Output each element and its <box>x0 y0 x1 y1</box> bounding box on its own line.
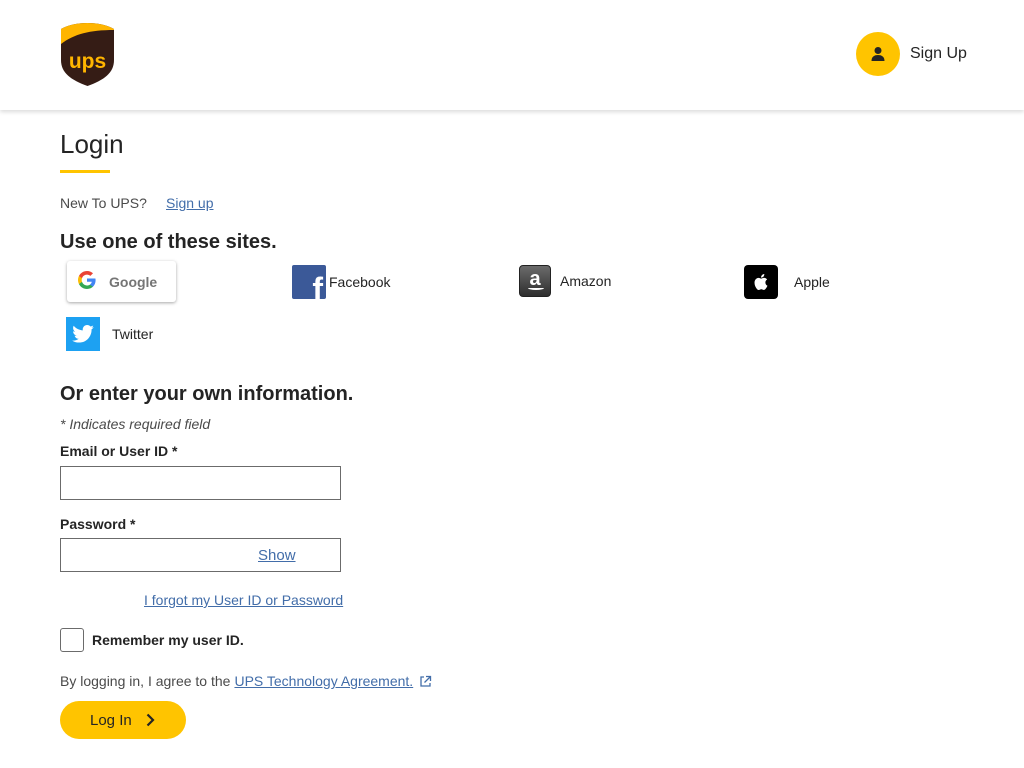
apple-login-button[interactable]: Apple <box>744 265 830 299</box>
show-password-link[interactable]: Show <box>258 547 296 564</box>
google-login-button[interactable]: Google <box>67 261 176 302</box>
google-label: Google <box>109 273 158 290</box>
site-header: ups Sign Up <box>0 0 1024 110</box>
amazon-login-button[interactable]: a Amazon <box>519 265 611 297</box>
required-field-note: * Indicates required field <box>60 416 211 432</box>
facebook-icon: f <box>292 265 326 299</box>
agreement-text: By logging in, I agree to the UPS Techno… <box>60 673 432 689</box>
facebook-login-button[interactable]: f Facebook <box>292 265 390 299</box>
amazon-label: Amazon <box>560 273 612 289</box>
login-button-label: Log In <box>90 711 132 729</box>
user-icon <box>856 32 900 76</box>
title-underline <box>60 170 110 173</box>
twitter-icon <box>66 317 100 351</box>
header-signup-label: Sign Up <box>910 45 967 62</box>
twitter-label: Twitter <box>112 326 154 342</box>
apple-icon <box>744 265 778 299</box>
facebook-label: Facebook <box>329 274 391 290</box>
social-sites-heading: Use one of these sites. <box>60 231 277 253</box>
apple-label: Apple <box>794 274 830 290</box>
ups-logo[interactable]: ups <box>60 22 115 87</box>
remember-user-id-checkbox[interactable] <box>60 628 84 652</box>
remember-user-id-label[interactable]: Remember my user ID. <box>92 632 244 648</box>
forgot-credentials-link[interactable]: I forgot my User ID or Password <box>144 592 343 608</box>
password-input[interactable] <box>60 538 341 572</box>
form-heading: Or enter your own information. <box>60 383 354 405</box>
signup-link[interactable]: Sign up <box>166 195 213 211</box>
password-label: Password * <box>60 516 136 532</box>
header-signup[interactable]: Sign Up <box>856 32 967 76</box>
chevron-right-icon <box>146 713 155 727</box>
email-label: Email or User ID * <box>60 443 178 459</box>
svg-text:ups: ups <box>69 50 106 73</box>
page-title: Login <box>60 129 124 159</box>
agreement-prefix: By logging in, I agree to the <box>60 673 231 689</box>
google-icon <box>78 271 96 292</box>
email-input[interactable] <box>60 466 341 500</box>
new-to-ups-text: New To UPS? <box>60 195 147 211</box>
technology-agreement-link[interactable]: UPS Technology Agreement. <box>234 673 413 689</box>
external-link-icon[interactable] <box>419 675 432 688</box>
login-button[interactable]: Log In <box>60 701 186 739</box>
twitter-login-button[interactable]: Twitter <box>66 317 153 351</box>
amazon-icon: a <box>519 265 551 297</box>
